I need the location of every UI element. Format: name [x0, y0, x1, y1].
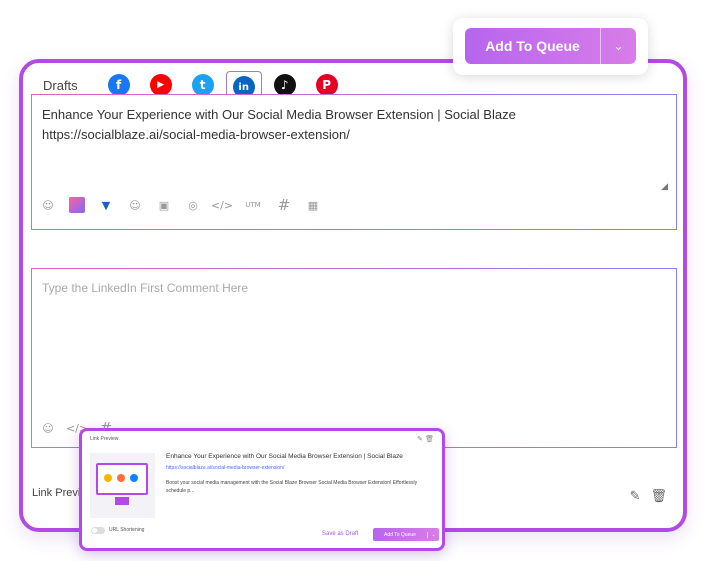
lp-edit-icon[interactable]: ✎	[417, 435, 423, 443]
link-preview-card: Link Preview ✎ 🗑 Enhance Your Experience…	[79, 428, 445, 551]
pinterest-icon[interactable]: P	[315, 74, 338, 96]
link-preview-description: Boost your social media management with …	[166, 480, 418, 494]
add-to-queue-button[interactable]: Add To Queue ⌄	[465, 28, 636, 64]
code-icon[interactable]: </>	[211, 197, 233, 213]
drafts-label: Drafts	[43, 77, 78, 93]
card-actions: ✎ 🗑	[620, 489, 667, 504]
post-editor[interactable]: Enhance Your Experience with Our Social …	[31, 94, 677, 230]
twitter-icon[interactable]: t	[191, 74, 214, 96]
lp-chevron-down-icon[interactable]: ⌄	[427, 531, 439, 538]
link-preview-thumbnail	[90, 453, 155, 518]
post-text[interactable]: Enhance Your Experience with Our Social …	[42, 105, 662, 145]
link-preview-header: Link Preview	[90, 436, 119, 442]
monitor-stand	[115, 497, 129, 505]
edit-icon[interactable]: ✎	[630, 489, 641, 504]
trash-icon[interactable]: 🗑	[650, 489, 667, 504]
monitor-graphic	[96, 463, 148, 495]
firefox-icon	[117, 474, 125, 482]
comment-placeholder[interactable]: Type the LinkedIn First Comment Here	[42, 281, 248, 295]
chrome-icon	[104, 474, 112, 482]
lp-add-to-queue-button[interactable]: Add To Queue ⌄	[373, 528, 439, 541]
comment-emoji-icon[interactable]: ☺	[40, 420, 56, 436]
emoji-icon[interactable]: ☺	[127, 197, 143, 213]
tiktok-icon[interactable]: ♪	[273, 74, 296, 96]
link-preview-actions: ✎ 🗑	[417, 435, 434, 443]
lp-trash-icon[interactable]: 🗑	[425, 435, 434, 443]
media-library-icon[interactable]: ▦	[305, 197, 321, 213]
target-icon[interactable]: ◎	[185, 197, 201, 213]
lp-add-to-queue-label: Add To Queue	[384, 531, 416, 538]
add-to-queue-label: Add To Queue	[485, 38, 580, 54]
link-preview-title: Enhance Your Experience with Our Social …	[166, 453, 403, 460]
link-preview-url[interactable]: https://socialblaze.ai/social-media-brow…	[166, 465, 284, 471]
url-shortening-label: URL Shortening	[109, 527, 145, 533]
url-shortening-toggle[interactable]	[91, 527, 105, 534]
edge-icon	[130, 474, 138, 482]
canva-icon[interactable]	[69, 197, 85, 213]
ai-assistant-icon[interactable]: ☺	[40, 197, 56, 213]
facebook-icon[interactable]: f	[107, 74, 130, 96]
image-icon[interactable]: ▣	[156, 197, 172, 213]
save-draft-button[interactable]: Save as Draft	[322, 531, 358, 537]
first-comment-editor[interactable]: Type the LinkedIn First Comment Here ☺ <…	[31, 268, 677, 448]
vista-icon[interactable]: ▼	[98, 197, 114, 213]
queue-button-container: Add To Queue ⌄	[453, 18, 648, 75]
youtube-icon[interactable]: ▶	[149, 74, 172, 96]
post-toolbar: ☺ ▼ ☺ ▣ ◎ </> UTM # ▦	[40, 196, 334, 214]
resize-grip-icon[interactable]: ◢	[661, 181, 668, 192]
hashtag-icon[interactable]: #	[276, 196, 292, 214]
chevron-down-icon[interactable]: ⌄	[601, 39, 636, 53]
utm-icon[interactable]: UTM	[243, 197, 263, 213]
